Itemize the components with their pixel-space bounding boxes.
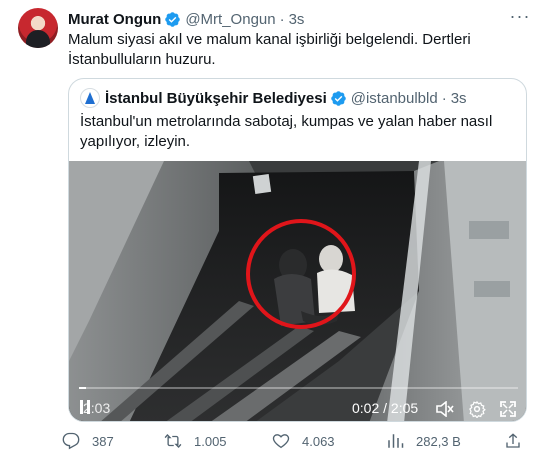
quoted-header: İstanbul Büyükşehir Belediyesi @istanbul… (80, 88, 467, 108)
reply-count: 387 (92, 433, 114, 449)
views-count: 282,3 B (416, 433, 461, 449)
verified-badge-icon (165, 11, 181, 27)
quoted-handle: @istanbulbld (350, 89, 438, 107)
action-bar: 387 1.005 4.063 282,3 B (62, 428, 532, 454)
retweet-count: 1.005 (194, 433, 227, 449)
views-icon (388, 434, 404, 448)
quoted-author-name: İstanbul Büyükşehir Belediyesi (105, 89, 327, 107)
quoted-time: 3s (450, 89, 467, 107)
like-button[interactable]: 4.063 (272, 428, 335, 454)
views-button[interactable]: 282,3 B (386, 428, 461, 454)
volume-muted-icon[interactable] (436, 400, 454, 421)
fullscreen-icon[interactable] (499, 400, 517, 421)
progress-fill (79, 387, 87, 389)
retweet-icon (164, 433, 182, 449)
share-button[interactable] (504, 428, 534, 454)
share-icon (506, 433, 520, 448)
tweet-text: Malum siyasi akıl ve malum kanal işbirli… (68, 31, 471, 68)
like-count: 4.063 (302, 433, 335, 449)
reply-icon (62, 432, 80, 450)
verified-badge-icon (330, 90, 346, 106)
retweet-button[interactable]: 1.005 (164, 428, 227, 454)
separator-dot: · (279, 10, 285, 28)
progress-bar[interactable] (79, 387, 518, 389)
video-controls: 2:03 0:02 / 2:05 (69, 377, 526, 421)
author-handle[interactable]: @Mrt_Ongun (185, 11, 275, 28)
tweet[interactable]: Murat Ongun @Mrt_Ongun · 3s ··· Malum si… (0, 0, 545, 469)
separator-dot: · (441, 89, 447, 107)
tweet-time[interactable]: 3s (289, 11, 305, 28)
quoted-text: İstanbul'un metrolarında sabotaj, kumpas… (80, 113, 493, 150)
more-icon[interactable]: ··· (508, 7, 532, 28)
author-name[interactable]: Murat Ongun (68, 11, 161, 28)
quoted-avatar (80, 88, 100, 108)
reply-button[interactable]: 387 (62, 428, 114, 454)
overlay-time-left: 2:03 (83, 400, 111, 416)
video-time-readout: 0:02 / 2:05 (352, 400, 419, 416)
like-icon (272, 434, 290, 449)
quoted-tweet[interactable]: İstanbul Büyükşehir Belediyesi @istanbul… (68, 78, 527, 422)
tweet-header: Murat Ongun @Mrt_Ongun · 3s (68, 8, 304, 30)
video-player[interactable]: 2:03 0:02 / 2:05 (69, 161, 526, 421)
avatar[interactable] (18, 8, 58, 48)
settings-gear-icon[interactable] (468, 400, 486, 421)
